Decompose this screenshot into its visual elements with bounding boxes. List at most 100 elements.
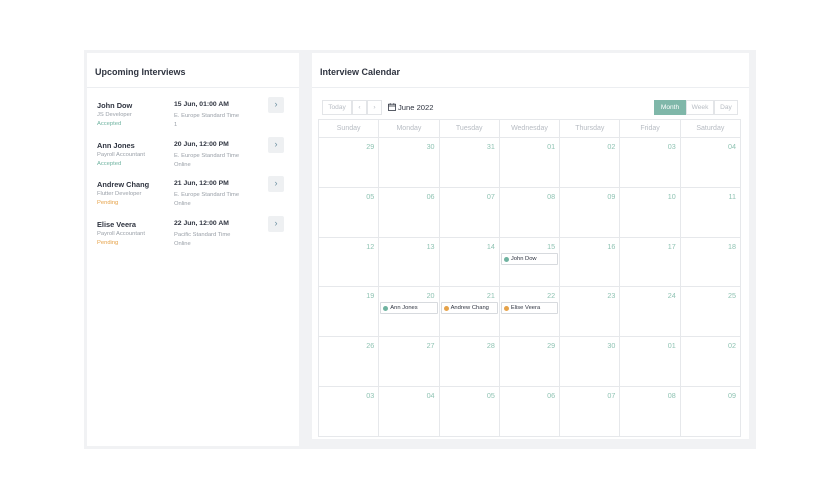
- month-picker[interactable]: June 2022: [388, 100, 433, 115]
- chevron-right-icon: ›: [274, 99, 278, 109]
- open-interview-button[interactable]: ›: [268, 176, 284, 192]
- app-frame: Upcoming Interviews John Dow JS Developer…: [84, 50, 756, 449]
- day-number: 22: [547, 291, 556, 301]
- day-number: 04: [727, 142, 736, 151]
- time-zone: E. Europe Standard Time: [174, 152, 240, 159]
- open-interview-button[interactable]: ›: [268, 215, 284, 232]
- day-number: 20: [426, 291, 435, 301]
- day-cell[interactable]: 06: [379, 187, 440, 238]
- interview-item: John Dow JS Developer Accepted 15 Jun, 01:0…: [97, 97, 289, 137]
- chevron-left-icon: ‹: [358, 104, 361, 111]
- day-cell[interactable]: 05: [439, 387, 500, 437]
- chevron-right-icon: ›: [274, 138, 278, 149]
- weekday-header: Sunday: [319, 120, 380, 138]
- today-button[interactable]: Today: [322, 100, 352, 115]
- weekday-header: Wednesday: [499, 120, 561, 138]
- interview-mode: Online: [174, 161, 191, 168]
- chevron-right-icon: ›: [274, 178, 278, 188]
- panel-divider: [87, 87, 299, 88]
- day-cell[interactable]: 16: [560, 237, 621, 288]
- month-grid: Sunday Monday Tuesday Wednesday Thursday Frid…: [318, 119, 741, 437]
- view-month-button[interactable]: Month: [654, 100, 686, 115]
- day-cell[interactable]: 02: [560, 138, 621, 188]
- calendar-event[interactable]: Elise Veera: [500, 302, 559, 315]
- interview-item: Andrew Chang Flutter Developer Pending 21 J…: [97, 176, 289, 216]
- day-cell[interactable]: 02: [680, 337, 741, 387]
- day-cell[interactable]: 27: [379, 337, 440, 387]
- day-number: 15: [547, 241, 556, 251]
- day-cell[interactable]: 12: [319, 237, 380, 288]
- day-cell[interactable]: 29: [499, 337, 561, 387]
- day-number: 07: [486, 191, 495, 201]
- day-cell[interactable]: 01: [620, 337, 681, 387]
- day-number: 01: [667, 341, 676, 351]
- view-week-button[interactable]: Week: [686, 100, 714, 115]
- calendar-event[interactable]: Ann Jones: [380, 302, 438, 315]
- day-cell[interactable]: 07: [560, 387, 621, 437]
- day-cell[interactable]: 13: [379, 237, 440, 288]
- event-label: Elise Veera: [510, 305, 541, 312]
- calendar-event[interactable]: John Dow: [500, 252, 559, 265]
- day-cell[interactable]: 04: [379, 387, 440, 437]
- day-number: 05: [366, 191, 375, 201]
- day-cell[interactable]: 26: [319, 337, 380, 387]
- day-number: 19: [366, 291, 375, 301]
- calendar-event[interactable]: Andrew Chang: [440, 302, 498, 315]
- day-cell[interactable]: 03: [620, 138, 681, 188]
- candidate-role: JS Developer: [97, 112, 132, 118]
- day-cell[interactable]: 30: [379, 138, 440, 188]
- day-cell[interactable]: 08: [499, 187, 561, 238]
- day-number: 28: [486, 341, 495, 351]
- day-cell[interactable]: 30: [560, 337, 621, 387]
- day-cell[interactable]: 15 John Dow: [499, 237, 561, 288]
- view-day-button[interactable]: Day: [714, 100, 738, 115]
- interview-mode: 1: [174, 122, 178, 128]
- interview-date: 15 Jun, 01:00 AM: [174, 101, 229, 108]
- day-cell[interactable]: 01: [499, 138, 561, 188]
- day-cell[interactable]: 24: [620, 287, 681, 338]
- open-interview-button[interactable]: ›: [268, 136, 284, 153]
- day-cell[interactable]: 18: [680, 237, 741, 288]
- day-cell[interactable]: 25: [680, 287, 741, 338]
- day-cell[interactable]: 21 Andrew Chang: [439, 287, 500, 338]
- day-cell[interactable]: 31: [439, 138, 500, 188]
- day-cell[interactable]: 11: [680, 187, 741, 238]
- weekday-header: Friday: [620, 120, 681, 138]
- day-cell[interactable]: 22 Elise Veera: [499, 287, 561, 338]
- day-number: 06: [426, 191, 435, 201]
- day-number: 04: [426, 391, 435, 400]
- day-cell[interactable]: 03: [319, 387, 380, 437]
- interview-item: Ann Jones Payroll Accountant Accepted 20 Ju…: [97, 136, 289, 177]
- day-cell[interactable]: 07: [439, 187, 500, 238]
- next-month-button[interactable]: ›: [367, 100, 382, 115]
- day-cell[interactable]: 08: [620, 387, 681, 437]
- candidate-name: Andrew Chang: [97, 180, 150, 189]
- day-number: 18: [727, 241, 736, 251]
- day-cell[interactable]: 06: [499, 387, 561, 437]
- event-dot-icon: [383, 306, 389, 312]
- weekday-header: Tuesday: [439, 120, 500, 138]
- prev-month-button[interactable]: ‹: [352, 100, 367, 115]
- event-label: Andrew Chang: [450, 305, 489, 312]
- interview-details: Pacific Standard Time Online: [174, 231, 270, 249]
- time-zone: E. Europe Standard Time: [174, 192, 240, 198]
- day-number: 29: [547, 341, 556, 351]
- day-cell[interactable]: 14: [439, 237, 500, 288]
- day-cell[interactable]: 05: [319, 187, 380, 238]
- day-cell[interactable]: 20 Ann Jones: [379, 287, 440, 338]
- day-cell[interactable]: 04: [680, 138, 741, 188]
- day-cell[interactable]: 19: [319, 287, 380, 338]
- day-cell[interactable]: 23: [560, 287, 621, 338]
- day-cell[interactable]: 28: [439, 337, 500, 387]
- day-cell[interactable]: 29: [319, 138, 380, 188]
- day-number: 08: [667, 391, 676, 400]
- day-cell[interactable]: 09: [560, 187, 621, 238]
- candidate-role: Flutter Developer: [97, 191, 142, 197]
- day-cell[interactable]: 09: [680, 387, 741, 437]
- day-cell[interactable]: 17: [620, 237, 681, 288]
- open-interview-button[interactable]: ›: [268, 97, 284, 113]
- day-number: 08: [547, 191, 556, 201]
- day-cell[interactable]: 10: [620, 187, 681, 238]
- day-number: 03: [366, 391, 375, 400]
- day-number: 23: [607, 291, 616, 301]
